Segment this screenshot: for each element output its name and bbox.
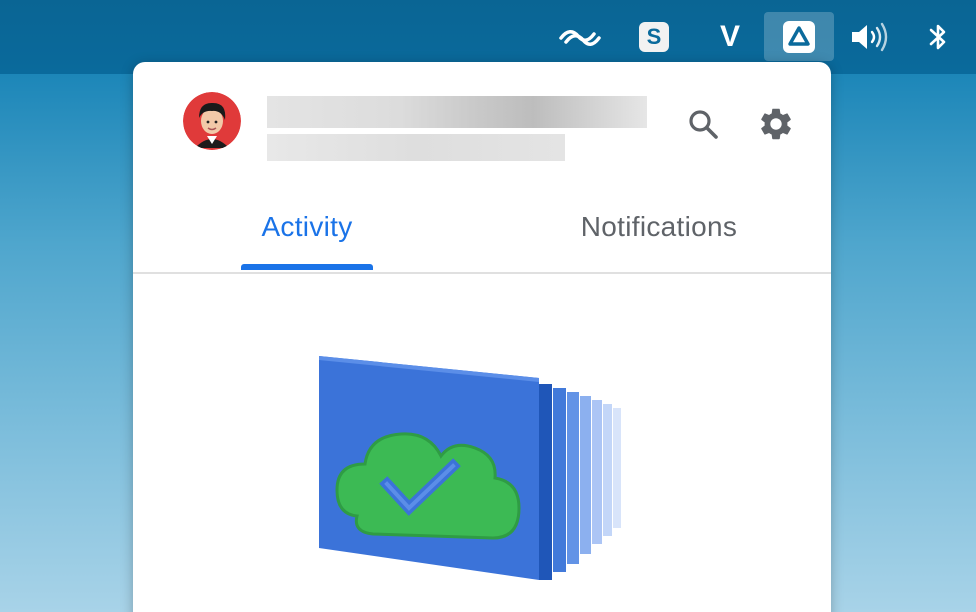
search-button[interactable] xyxy=(681,102,725,146)
sync-complete-illustration xyxy=(313,352,673,596)
bluetooth-icon[interactable] xyxy=(914,13,962,61)
skype-icon[interactable]: S xyxy=(630,13,678,61)
wave-app-icon[interactable] xyxy=(556,13,604,61)
tab-bar: Activity Notifications xyxy=(133,182,831,274)
vimeo-letter: V xyxy=(719,20,740,53)
user-avatar[interactable] xyxy=(183,92,241,150)
volume-icon[interactable] xyxy=(846,13,894,61)
account-name-redacted xyxy=(267,96,647,128)
google-drive-icon[interactable] xyxy=(764,12,834,61)
gear-icon xyxy=(761,108,791,140)
tab-notifications[interactable]: Notifications xyxy=(553,182,765,272)
account-email-redacted xyxy=(267,134,565,161)
vimeo-icon[interactable]: V xyxy=(706,13,754,61)
settings-button[interactable] xyxy=(754,102,798,146)
drive-popup-panel: Activity Notifications xyxy=(133,62,831,612)
skype-letter: S xyxy=(639,22,669,52)
tab-activity[interactable]: Activity xyxy=(241,182,373,272)
search-icon xyxy=(689,110,718,139)
active-tab-indicator xyxy=(241,264,373,270)
